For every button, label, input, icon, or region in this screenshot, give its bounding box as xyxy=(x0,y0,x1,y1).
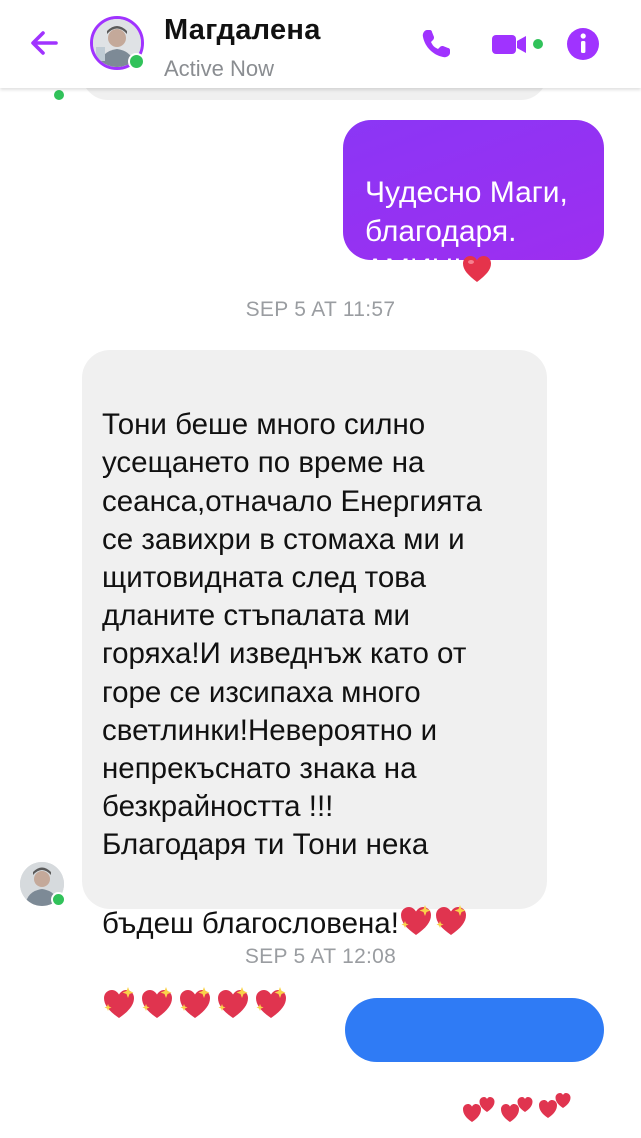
phone-icon[interactable] xyxy=(418,26,454,62)
message-text: Тони беше много силно усещането по време… xyxy=(102,408,483,940)
sender-avatar[interactable] xyxy=(20,862,66,907)
message-text: АМИН! xyxy=(365,1097,462,1131)
two-hearts-icon xyxy=(462,1049,580,1138)
online-indicator xyxy=(51,892,66,907)
sent-message-bubble[interactable]: Чудесно Маги, благодаря. АМИН! xyxy=(343,120,604,286)
message-timestamp: SEP 5 AT 12:08 xyxy=(244,945,397,968)
back-arrow-icon[interactable] xyxy=(26,25,62,61)
info-icon[interactable] xyxy=(565,26,601,62)
sparkling-heart-icon xyxy=(104,987,286,1019)
presence-status: Active Now xyxy=(164,56,275,81)
contact-name[interactable]: Магдалена xyxy=(164,14,321,47)
online-indicator xyxy=(52,88,66,102)
message-timestamp: SEP 5 AT 11:57 xyxy=(245,298,396,321)
sparkling-heart-icon xyxy=(399,865,469,947)
contact-avatar[interactable] xyxy=(90,16,145,70)
red-heart-icon xyxy=(462,255,492,293)
video-camera-icon[interactable] xyxy=(490,26,546,62)
received-message-bubble[interactable]: Тони беше много силно усещането по време… xyxy=(82,350,547,1019)
online-indicator xyxy=(128,53,145,70)
sent-message-bubble[interactable]: АМИН! xyxy=(345,998,604,1131)
conversation-header: Магдалена Active Now xyxy=(0,0,641,88)
